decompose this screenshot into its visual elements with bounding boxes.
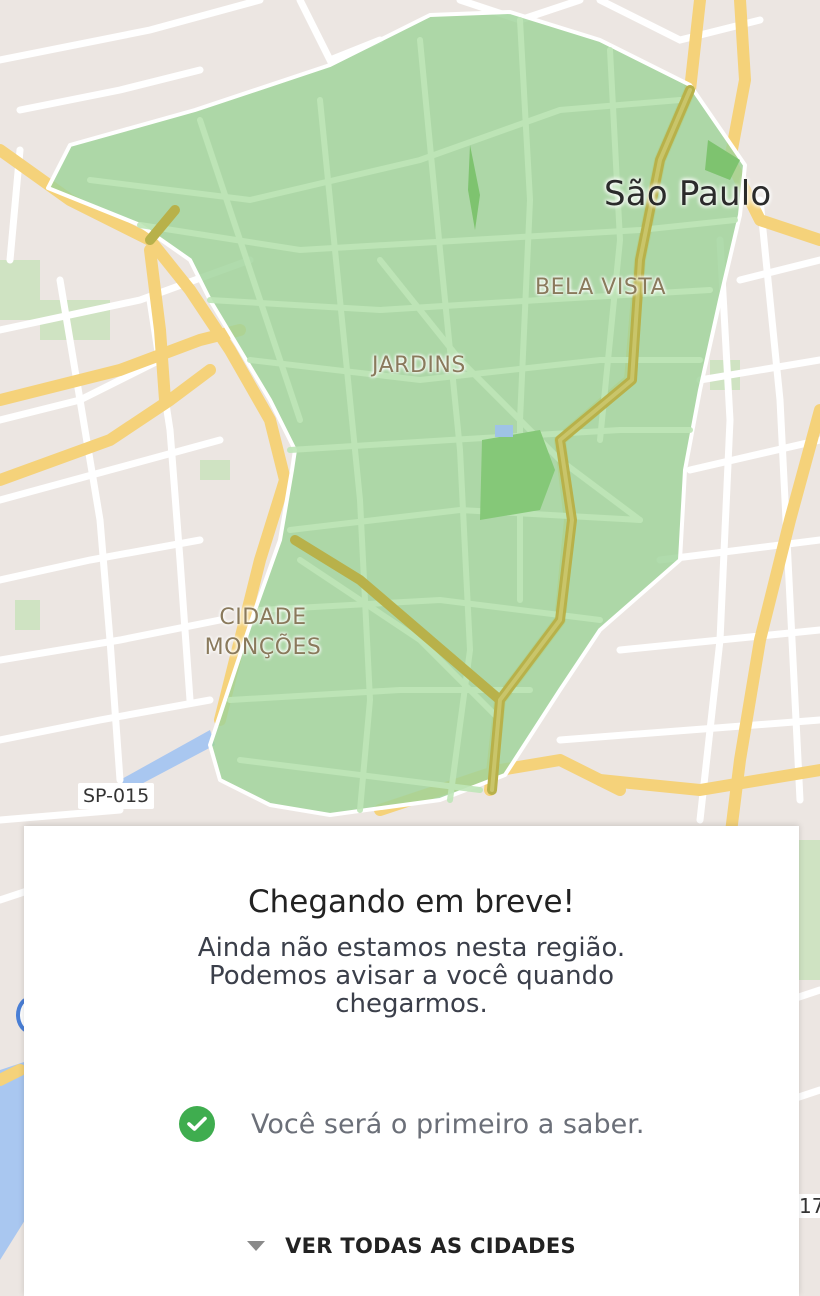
coming-soon-card: Chegando em breve! Ainda não estamos nes… [24, 826, 799, 1296]
city-label: São Paulo [604, 174, 772, 214]
confirmation-text: Você será o primeiro a saber. [251, 1108, 645, 1140]
road-shield: SP-015 [78, 783, 155, 809]
caret-down-icon [247, 1241, 266, 1251]
check-circle-icon [179, 1106, 215, 1142]
card-title: Chegando em breve! [248, 884, 575, 920]
neighborhood-label-bela-vista: BELA VISTA [535, 275, 667, 300]
see-all-cities-button[interactable]: VER TODAS AS CIDADES [24, 1234, 799, 1258]
confirmation-row: Você será o primeiro a saber. [179, 1106, 644, 1142]
see-all-cities-label: VER TODAS AS CIDADES [285, 1234, 576, 1258]
road-number-label: 17 [797, 1194, 820, 1218]
neighborhood-label-cidade-moncoes: CIDADE MONÇÕES [200, 603, 326, 663]
card-message: Ainda não estamos nesta região. Podemos … [197, 933, 626, 1019]
neighborhood-label-jardins: JARDINS [372, 353, 466, 378]
neighborhood-label-line: MONÇÕES [204, 635, 322, 660]
neighborhood-label-line: CIDADE [219, 605, 307, 630]
